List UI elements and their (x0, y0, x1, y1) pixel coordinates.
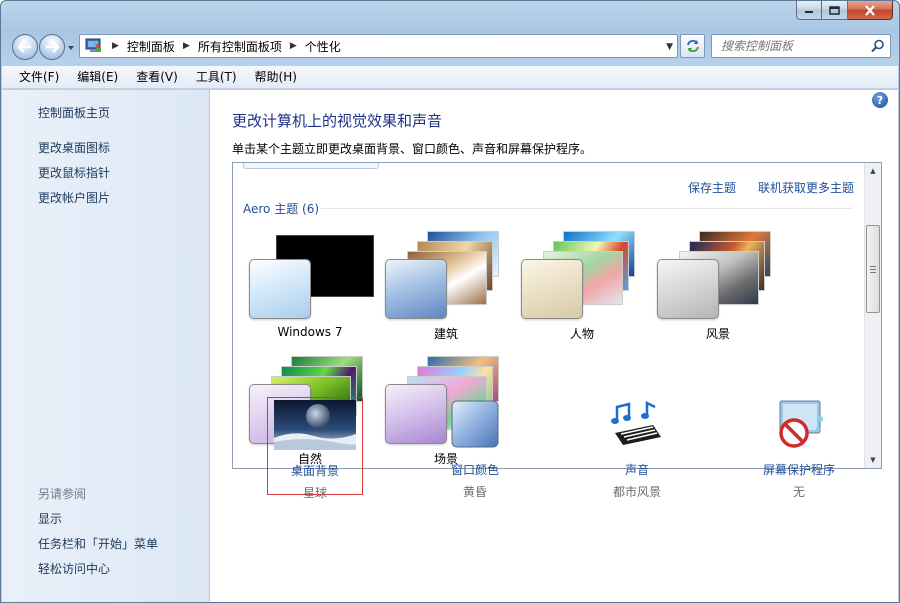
breadcrumb-personalization[interactable]: 个性化 (305, 38, 341, 55)
screensaver-icon (779, 400, 823, 448)
breadcrumb-control-panel[interactable]: 控制面板 (127, 38, 175, 55)
theme-label: 风景 (705, 327, 730, 341)
sounds-value: 都市风景 (612, 485, 661, 499)
control-panel-icon (84, 37, 104, 55)
screensaver-label: 屏幕保护程序 (762, 463, 835, 477)
close-icon (865, 4, 875, 16)
theme-window-preview (249, 259, 311, 319)
desktop-background-value: 星球 (302, 486, 327, 500)
refresh-icon (686, 40, 699, 52)
theme-label: Windows 7 (277, 325, 343, 339)
menu-tools[interactable]: 工具(T) (187, 66, 246, 88)
planet-wallpaper-icon (274, 400, 356, 450)
address-bar[interactable]: ▶ 控制面板 ▶ 所有控制面板项 ▶ 个性化 ▼ (79, 34, 678, 58)
aero-themes-heading: Aero 主题 (6) (243, 202, 320, 216)
recent-pages-dropdown-icon[interactable] (67, 43, 75, 53)
theme-label: 人物 (569, 327, 594, 341)
scroll-up-icon[interactable]: ▲ (865, 163, 881, 179)
grip-icon (870, 265, 876, 273)
change-desktop-icons-link[interactable]: 更改桌面图标 (38, 139, 110, 156)
window-color-value: 黄昏 (462, 485, 487, 499)
theme-window-preview (657, 259, 719, 319)
maximize-icon (829, 5, 840, 15)
back-button[interactable] (12, 34, 38, 60)
breadcrumb-all-items[interactable]: 所有控制面板项 (198, 38, 282, 55)
theme-architecture[interactable]: 建筑 (381, 231, 511, 341)
search-input[interactable] (721, 39, 861, 53)
minimize-button[interactable] (796, 1, 822, 20)
theme-window-preview (521, 259, 583, 319)
help-icon[interactable]: ? (872, 92, 888, 108)
arrow-right-icon (46, 41, 59, 53)
close-button[interactable] (848, 1, 893, 20)
group-divider (321, 208, 853, 209)
arrow-left-icon (18, 41, 31, 53)
taskbar-start-menu-link[interactable]: 任务栏和「开始」菜单 (38, 535, 158, 552)
save-theme-link[interactable]: 保存主题 (688, 179, 736, 196)
screensaver-value: 无 (792, 485, 805, 499)
search-icon[interactable] (871, 39, 885, 53)
sounds-button[interactable]: 声音 都市风景 (589, 397, 685, 499)
theme-settings: 桌面背景 星球 窗口颜色 黄昏 声音 都市风景 屏幕保护程序 无 (1, 387, 899, 500)
menu-edit[interactable]: 编辑(E) (68, 66, 127, 88)
forward-button[interactable] (39, 34, 65, 60)
page-title: 更改计算机上的视觉效果和声音 (232, 112, 443, 130)
maximize-button[interactable] (822, 1, 848, 20)
menu-file[interactable]: 文件(F) (10, 66, 68, 88)
sounds-label: 声音 (624, 463, 649, 477)
caption-buttons (796, 1, 893, 21)
breadcrumb-separator-icon: ▶ (112, 41, 119, 51)
breadcrumb: ▶ 控制面板 ▶ 所有控制面板项 ▶ 个性化 (104, 38, 341, 55)
theme-label: 建筑 (433, 327, 458, 341)
window-color-button[interactable]: 窗口颜色 黄昏 (427, 397, 523, 499)
search-box[interactable] (711, 34, 891, 58)
menu-view[interactable]: 查看(V) (127, 66, 187, 88)
menu-bar: 文件(F) 编辑(E) 查看(V) 工具(T) 帮助(H) (2, 66, 898, 89)
desktop-background-label: 桌面背景 (290, 464, 339, 478)
personalization-window: ▶ 控制面板 ▶ 所有控制面板项 ▶ 个性化 ▼ 文件(F) 编辑(E) 查看(… (0, 0, 900, 603)
ease-of-access-link[interactable]: 轻松访问中心 (38, 560, 110, 577)
address-dropdown-icon[interactable]: ▼ (666, 42, 673, 52)
desktop-background-button[interactable]: 桌面背景 星球 (267, 397, 363, 500)
theme-landscapes[interactable]: 风景 (653, 231, 783, 341)
screensaver-button[interactable]: 屏幕保护程序 无 (751, 397, 847, 499)
theme-item-partial[interactable] (243, 163, 379, 169)
refresh-button[interactable] (680, 34, 705, 58)
main-content: ? 更改计算机上的视觉效果和声音 单击某个主题立即更改桌面背景、窗口颜色、声音和… (210, 90, 898, 602)
sounds-icon (611, 400, 661, 445)
control-panel-home-link[interactable]: 控制面板主页 (38, 104, 110, 121)
theme-windows7[interactable]: Windows 7 (245, 231, 375, 339)
page-subtitle: 单击某个主题立即更改桌面背景、窗口颜色、声音和屏幕保护程序。 (232, 142, 593, 156)
menu-help[interactable]: 帮助(H) (246, 66, 306, 88)
breadcrumb-separator-icon[interactable]: ▶ (290, 41, 297, 51)
navigation-bar: ▶ 控制面板 ▶ 所有控制面板项 ▶ 个性化 ▼ (1, 31, 899, 63)
breadcrumb-separator-icon[interactable]: ▶ (183, 41, 190, 51)
get-more-themes-link[interactable]: 联机获取更多主题 (758, 179, 854, 196)
task-pane: 控制面板主页 更改桌面图标 更改鼠标指针 更改帐户图片 另请参阅 显示 任务栏和… (2, 90, 209, 602)
change-account-picture-link[interactable]: 更改帐户图片 (38, 189, 110, 206)
theme-window-preview (385, 259, 447, 319)
window-color-icon (451, 400, 499, 448)
scrollbar-thumb[interactable] (866, 225, 880, 313)
change-mouse-pointers-link[interactable]: 更改鼠标指针 (38, 164, 110, 181)
theme-characters[interactable]: 人物 (517, 231, 647, 341)
minimize-icon (805, 11, 813, 13)
display-link[interactable]: 显示 (38, 510, 62, 527)
window-color-label: 窗口颜色 (450, 463, 499, 477)
